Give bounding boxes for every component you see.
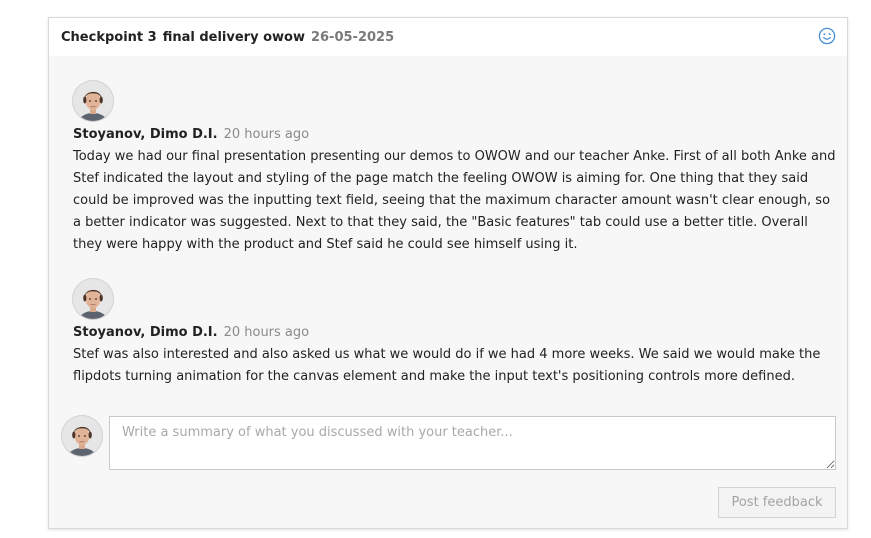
post-feedback-button[interactable]: Post feedback [718,487,836,518]
comment-time: 20 hours ago [223,127,310,142]
avatar [73,279,113,319]
checkpoint-card: Checkpoint 3 final delivery owow 26-05-202… [48,17,848,529]
smiley-face-icon[interactable] [818,27,836,45]
comment-author: Stoyanov, Dimo D.I. [73,325,218,340]
comment-time: 20 hours ago [223,325,310,340]
checkpoint-subtitle: final delivery owow [162,30,305,45]
comment-author: Stoyanov, Dimo D.I. [73,127,218,142]
card-header: Checkpoint 3 final delivery owow 26-05-202… [49,18,847,56]
card-title: Checkpoint 3 final delivery owow 26-05-202… [61,30,394,45]
comment-text: Today we had our final presentation pres… [73,149,836,252]
comment-item: Stoyanov, Dimo D.I. 20 hours ago Today we… [73,81,839,256]
checkpoint-title: Checkpoint 3 [61,30,157,45]
composer-avatar [62,416,102,456]
comment-text: Stef was also interested and also asked … [73,347,821,384]
comment-meta: Stoyanov, Dimo D.I. 20 hours ago [73,126,839,144]
comment-item: Stoyanov, Dimo D.I. 20 hours ago Stef was… [73,279,839,388]
avatar [73,81,113,121]
checkpoint-date: 26-05-2025 [310,30,395,45]
comment-meta: Stoyanov, Dimo D.I. 20 hours ago [73,324,839,342]
feedback-summary-input[interactable] [109,416,836,470]
